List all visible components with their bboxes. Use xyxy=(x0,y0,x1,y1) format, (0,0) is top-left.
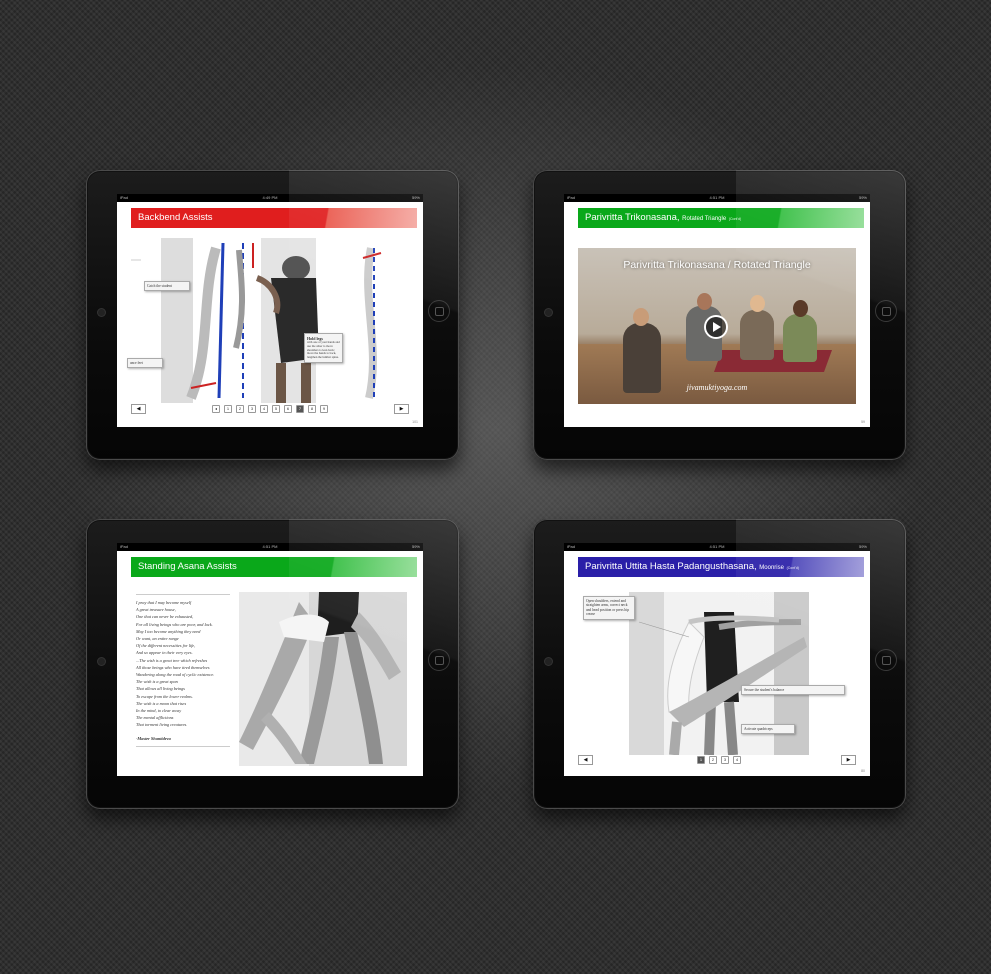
callout-balance-feet: ance feet xyxy=(127,358,163,369)
status-time: 4:49 PM xyxy=(262,195,278,200)
home-button[interactable] xyxy=(429,650,449,670)
pager-item[interactable]: 8 xyxy=(308,405,316,413)
page-title: Parivritta Trikonasana, Rotated Triangle… xyxy=(578,208,864,228)
play-icon[interactable] xyxy=(706,317,726,337)
next-button[interactable]: ▶ xyxy=(394,404,409,414)
pager-item[interactable]: 5 xyxy=(272,405,280,413)
screen: iPad 4:51 PM 59% Parivritta Uttita Hasta… xyxy=(564,543,870,776)
ipad-standing-asana: iPad 4:51 PM 59% Standing Asana Assists … xyxy=(86,519,459,809)
legs-photo xyxy=(239,592,407,766)
status-time: 4:51 PM xyxy=(709,544,725,549)
status-bar: iPad 4:49 PM 59% xyxy=(117,194,423,202)
status-time: 4:51 PM xyxy=(262,544,278,549)
poem: I pray that I may become myself A great … xyxy=(136,594,230,747)
next-button[interactable]: ▶ xyxy=(841,755,856,765)
ipad-backbend: iPad 4:49 PM 59% Backbend Assists Catch … xyxy=(86,170,459,460)
video-player[interactable]: Parivritta Trikonasana / Rotated Triangl… xyxy=(578,248,856,404)
pager-item-current[interactable]: 7 xyxy=(296,405,304,413)
battery-label: 59% xyxy=(858,544,867,549)
page-pager: ◂ 1 2 3 4 5 6 7 8 9 xyxy=(212,405,332,413)
screen: iPad 4:51 PM 59% Standing Asana Assists … xyxy=(117,543,423,776)
status-bar: iPad 4:51 PM 59% xyxy=(117,543,423,551)
screen: iPad 4:51 PM 59% Parivritta Trikonasana,… xyxy=(564,194,870,427)
battery-label: 59% xyxy=(858,195,867,200)
camera-icon xyxy=(98,658,105,665)
battery-label: 59% xyxy=(411,544,420,549)
watermark: jivamuktiyoga.com xyxy=(686,383,748,392)
pager-item[interactable]: 4 xyxy=(260,405,268,413)
prev-button[interactable]: ◀ xyxy=(578,755,593,765)
camera-icon xyxy=(545,658,552,665)
screen: iPad 4:49 PM 59% Backbend Assists Catch … xyxy=(117,194,423,427)
page-number: 59 xyxy=(861,420,865,424)
pager-back[interactable]: ◂ xyxy=(212,405,220,413)
callout-catch-student: Catch the student xyxy=(144,281,190,292)
pager-item[interactable]: 1 xyxy=(224,405,232,413)
status-bar: iPad 4:51 PM 59% xyxy=(564,194,870,202)
status-bar: iPad 4:51 PM 59% xyxy=(564,543,870,551)
camera-icon xyxy=(98,309,105,316)
home-button[interactable] xyxy=(429,301,449,321)
pager-item[interactable]: 2 xyxy=(709,756,717,764)
callout-hold-legs: Hold legs with one of your hands and use… xyxy=(304,333,343,363)
page-number: 80 xyxy=(861,769,865,773)
backbend-illustration xyxy=(131,238,382,403)
page-title: Standing Asana Assists xyxy=(131,557,417,577)
callout-activate-quadriceps: Activate quadriceps xyxy=(741,724,795,735)
poem-author: -Master Shantideva xyxy=(136,735,171,741)
pager-item[interactable]: 2 xyxy=(236,405,244,413)
page-title: Parivritta Uttita Hasta Padangusthasana,… xyxy=(578,557,864,577)
ipad-trikonasana: iPad 4:51 PM 59% Parivritta Trikonasana,… xyxy=(533,170,906,460)
home-button[interactable] xyxy=(876,301,896,321)
home-button[interactable] xyxy=(876,650,896,670)
camera-icon xyxy=(545,309,552,316)
pager-item[interactable]: 3 xyxy=(248,405,256,413)
pager-item[interactable]: 6 xyxy=(284,405,292,413)
page-number: 101 xyxy=(412,420,418,424)
pager-item-current[interactable]: 1 xyxy=(697,756,705,764)
ipad-moonrise: iPad 4:51 PM 59% Parivritta Uttita Hasta… xyxy=(533,519,906,809)
battery-label: 59% xyxy=(411,195,420,200)
video-title: Parivritta Trikonasana / Rotated Triangl… xyxy=(623,259,811,271)
prev-button[interactable]: ◀ xyxy=(131,404,146,414)
callout-secure-balance: Secure the student's balance xyxy=(741,685,845,696)
pager-item[interactable]: 9 xyxy=(320,405,328,413)
page-pager: 1234 xyxy=(697,756,745,764)
status-time: 4:51 PM xyxy=(709,195,725,200)
page-title: Backbend Assists xyxy=(131,208,417,228)
pager-item[interactable]: 4 xyxy=(733,756,741,764)
callout-open-shoulders: Open shoulders, extend and straighten ar… xyxy=(583,596,635,620)
pager-item[interactable]: 3 xyxy=(721,756,729,764)
